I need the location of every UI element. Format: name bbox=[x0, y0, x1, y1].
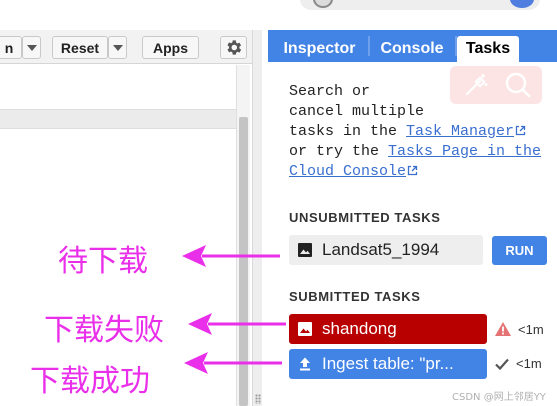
run-dropdown-caret[interactable] bbox=[22, 36, 41, 59]
browser-top-strip bbox=[0, 0, 557, 30]
annotation-arrow-failed bbox=[188, 313, 286, 335]
external-link-icon[interactable] bbox=[407, 165, 418, 176]
settings-button[interactable] bbox=[220, 36, 247, 59]
annotation-arrow-pending bbox=[182, 245, 280, 267]
browser-search-pill[interactable] bbox=[300, 0, 540, 10]
help-line: Search or bbox=[289, 83, 371, 100]
annotation-failed: 下载失败 bbox=[44, 313, 164, 348]
panel-tab-bar: Inspector Console Tasks bbox=[268, 30, 557, 62]
check-icon bbox=[495, 358, 509, 370]
submitted-tasks-heading: SUBMITTED TASKS bbox=[289, 289, 421, 304]
watermark-credit: CSDN @网上邻居YY bbox=[452, 392, 546, 403]
task-name: Landsat5_1994 bbox=[322, 240, 440, 259]
tab-tasks[interactable]: Tasks bbox=[457, 36, 519, 62]
resize-grip-icon[interactable] bbox=[255, 394, 261, 404]
annotation-pending: 待下载 bbox=[58, 244, 148, 279]
warning-icon bbox=[495, 322, 511, 336]
run-button[interactable]: n bbox=[0, 36, 22, 59]
help-line: Cloud Console bbox=[289, 162, 551, 182]
unsubmitted-task-row[interactable]: Landsat5_1994 bbox=[289, 235, 483, 265]
help-line: cancel multiple bbox=[289, 103, 425, 120]
tasks-help-text: Search or cancel multiple tasks in the T… bbox=[289, 82, 551, 182]
tab-console[interactable]: Console bbox=[370, 36, 454, 62]
chevron-down-icon bbox=[26, 44, 37, 51]
help-line: or try the Tasks Page in the bbox=[289, 142, 551, 162]
gear-icon bbox=[227, 40, 242, 55]
run-button-label: n bbox=[4, 39, 14, 56]
apps-button-label: Apps bbox=[153, 39, 188, 56]
chevron-down-icon bbox=[112, 44, 123, 51]
cloud-console-link[interactable]: Cloud Console bbox=[289, 163, 406, 180]
help-text-fragment: or try the bbox=[289, 143, 389, 160]
external-link-icon[interactable] bbox=[515, 125, 526, 136]
apps-button[interactable]: Apps bbox=[142, 36, 199, 59]
reset-dropdown-caret[interactable] bbox=[108, 36, 127, 59]
task-name: shandong bbox=[322, 319, 397, 338]
help-line: tasks in the Task Manager bbox=[289, 122, 551, 142]
upload-icon bbox=[297, 356, 313, 372]
task-age: <1m bbox=[516, 356, 542, 371]
editor-toolbar: n Reset Apps bbox=[0, 30, 262, 64]
annotation-success: 下载成功 bbox=[30, 364, 150, 399]
image-icon bbox=[297, 321, 313, 337]
tasks-page-link[interactable]: Tasks Page in the bbox=[388, 143, 541, 160]
failed-task-status: <1m bbox=[494, 321, 544, 337]
tab-inspector[interactable]: Inspector bbox=[272, 36, 367, 62]
help-text-fragment: tasks in the bbox=[289, 123, 407, 140]
unsubmitted-tasks-heading: UNSUBMITTED TASKS bbox=[289, 210, 441, 225]
failed-task-row[interactable]: shandong bbox=[289, 314, 487, 344]
task-age: <1m bbox=[518, 321, 544, 337]
annotation-arrow-success bbox=[184, 352, 282, 374]
run-task-button[interactable]: RUN bbox=[492, 236, 547, 265]
reset-button-label: Reset bbox=[60, 39, 100, 56]
tasks-panel: Inspector Console Tasks Search or cancel… bbox=[268, 30, 557, 406]
task-name: Ingest table: "pr... bbox=[322, 354, 454, 373]
editor-active-line bbox=[0, 109, 236, 129]
task-manager-link[interactable]: Task Manager bbox=[406, 123, 514, 140]
reset-button[interactable]: Reset bbox=[52, 36, 108, 59]
image-icon bbox=[297, 242, 313, 258]
completed-task-row[interactable]: Ingest table: "pr... bbox=[289, 349, 487, 379]
panel-scrollbar[interactable] bbox=[551, 62, 557, 406]
completed-task-status: <1m bbox=[494, 356, 542, 371]
